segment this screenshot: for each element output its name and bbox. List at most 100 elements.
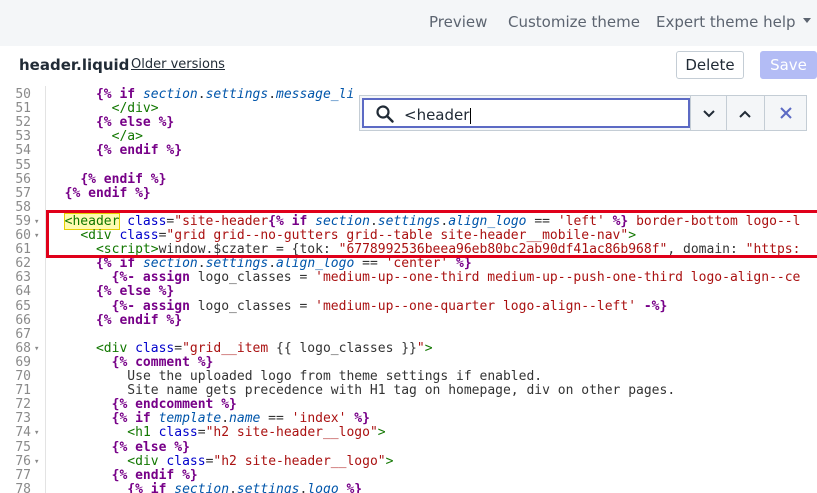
code-text: Use the uploaded logo from theme setting…	[127, 370, 542, 384]
code-token: "grid__item	[182, 340, 276, 356]
code-token: settings	[205, 87, 269, 102]
line-number: 67	[15, 326, 31, 342]
code-line: 76 ▾ <div class="h2 site-header__logo">	[0, 453, 817, 469]
previous-match-button[interactable]	[726, 96, 762, 130]
line-number: 76	[15, 453, 31, 469]
code-token: {% comment %}	[111, 354, 214, 370]
close-icon	[779, 104, 792, 123]
fold-arrow-icon[interactable]: ▾	[34, 215, 39, 229]
code-editor[interactable]: 50 {% if section.settings.message_li 51 </d…	[0, 86, 817, 493]
code-line: 74 ▾ <h1 class="h2 site-header__logo">	[0, 426, 817, 440]
expert-help-label: Expert theme help	[656, 13, 796, 31]
line-number: 63	[15, 270, 31, 286]
fold-arrow-icon[interactable]: ▾	[34, 426, 39, 440]
search-input[interactable]: <header	[362, 98, 690, 128]
next-match-button[interactable]	[690, 96, 726, 130]
code-token: "h2 site-header__logo"	[205, 425, 378, 441]
line-number: 55	[15, 157, 31, 173]
code-token: =	[174, 340, 183, 356]
line-number: 56	[15, 171, 31, 187]
code-token: {% else %}	[95, 115, 175, 131]
code-token: 'index'	[291, 411, 347, 427]
code-line: 63 {%- assign logo_classes = 'medium-up--…	[0, 271, 817, 285]
delete-button[interactable]: Delete	[676, 51, 744, 79]
code-token: logo_classes =	[197, 298, 316, 314]
line-number: 62	[15, 256, 31, 272]
code-text: {% endcomment %}	[112, 398, 237, 412]
code-token: class	[158, 453, 206, 469]
file-toolbar: header.liquid Older versions Delete Save	[0, 46, 817, 86]
line-number: 50	[15, 87, 31, 102]
code-line: 73 {% if template.name == 'index' %}	[0, 412, 817, 426]
line-number: 69	[15, 354, 31, 370]
code-line: 78 {% if section.settings.logo %}	[0, 481, 817, 493]
code-token: {% if	[127, 481, 175, 493]
code-text: {% if template.name == 'index' %}	[112, 412, 370, 426]
code-token: >	[385, 453, 394, 469]
line-number: 68	[15, 340, 31, 356]
line-number: 74	[15, 425, 31, 441]
code-token: settings	[236, 481, 300, 493]
chevron-up-icon	[738, 104, 752, 123]
code-token: {%- assign	[111, 298, 198, 314]
code-token: Use the uploaded logo from theme setting…	[127, 369, 543, 384]
code-token: class	[127, 340, 175, 356]
code-line: 71 Site name gets precedence with H1 tag …	[0, 384, 817, 398]
code-text: {%- assign logo_classes = 'medium-up--on…	[111, 298, 668, 314]
line-number: 52	[15, 115, 31, 131]
search-panel: <header	[359, 95, 807, 131]
code-token: <div	[127, 453, 159, 469]
line-number: 61	[15, 242, 31, 258]
code-token: class	[150, 425, 198, 441]
fold-arrow-icon[interactable]: ▾	[34, 342, 39, 356]
code-token: Site name gets precedence with H1 tag on…	[127, 383, 676, 399]
line-number: 71	[15, 383, 31, 399]
expert-help-dropdown[interactable]: Expert theme help	[656, 13, 811, 31]
line-number: 73	[15, 411, 31, 427]
save-button[interactable]: Save	[760, 51, 817, 79]
line-number: 60	[15, 228, 31, 243]
code-text: </a>	[112, 130, 143, 144]
fold-arrow-icon[interactable]: ▾	[34, 455, 39, 469]
code-token: settings	[205, 256, 269, 272]
customize-theme-link[interactable]: Customize theme	[508, 13, 640, 31]
code-text: {% endif %}	[65, 186, 151, 201]
code-text: {% if section.settings.message_li	[96, 88, 354, 102]
code-token: section	[142, 87, 198, 102]
code-token: =	[197, 425, 206, 441]
code-line: 77 {% endif %}	[0, 467, 817, 483]
line-number: 72	[15, 397, 31, 413]
code-text: <h1 class="h2 site-header__logo">	[127, 426, 385, 440]
code-line: 56 {% endif %}	[0, 171, 817, 187]
code-token: <div	[95, 340, 128, 356]
code-token: ==	[354, 256, 386, 272]
code-token: "h2 site-header__logo"	[213, 453, 386, 469]
code-line: 66 {% endif %}	[0, 312, 817, 328]
code-token: {% endif %}	[80, 171, 167, 187]
fold-arrow-icon[interactable]: ▾	[34, 229, 39, 243]
search-query: <header	[404, 106, 472, 124]
chevron-down-icon	[702, 104, 716, 123]
line-number: 53	[15, 129, 31, 145]
code-token: {% endif %}	[111, 467, 198, 483]
code-token: section	[142, 256, 198, 272]
older-versions-link[interactable]: Older versions	[131, 57, 225, 72]
code-token: logo_classes =	[197, 270, 316, 286]
line-number: 64	[15, 284, 31, 300]
code-token: </a>	[111, 129, 143, 145]
code-token: {% else %}	[111, 439, 190, 455]
code-text: {% endif %}	[80, 171, 167, 187]
code-text: {% else %}	[111, 439, 190, 455]
close-search-button[interactable]	[764, 96, 806, 130]
preview-link[interactable]: Preview	[429, 13, 487, 31]
line-number: 51	[15, 101, 31, 117]
code-token: if	[111, 87, 143, 102]
code-token: {% endif %}	[95, 312, 183, 328]
code-token: logo	[307, 481, 339, 493]
code-token: {% else %}	[95, 284, 175, 300]
line-number: 58	[15, 199, 31, 215]
code-token: align_logo	[276, 256, 355, 272]
code-text: {% if section.settings.align_logo == 'ce…	[96, 257, 472, 271]
code-line: 64 {% else %}	[0, 285, 817, 299]
code-text: <div class="grid__item {{ logo_classes }…	[95, 340, 433, 356]
